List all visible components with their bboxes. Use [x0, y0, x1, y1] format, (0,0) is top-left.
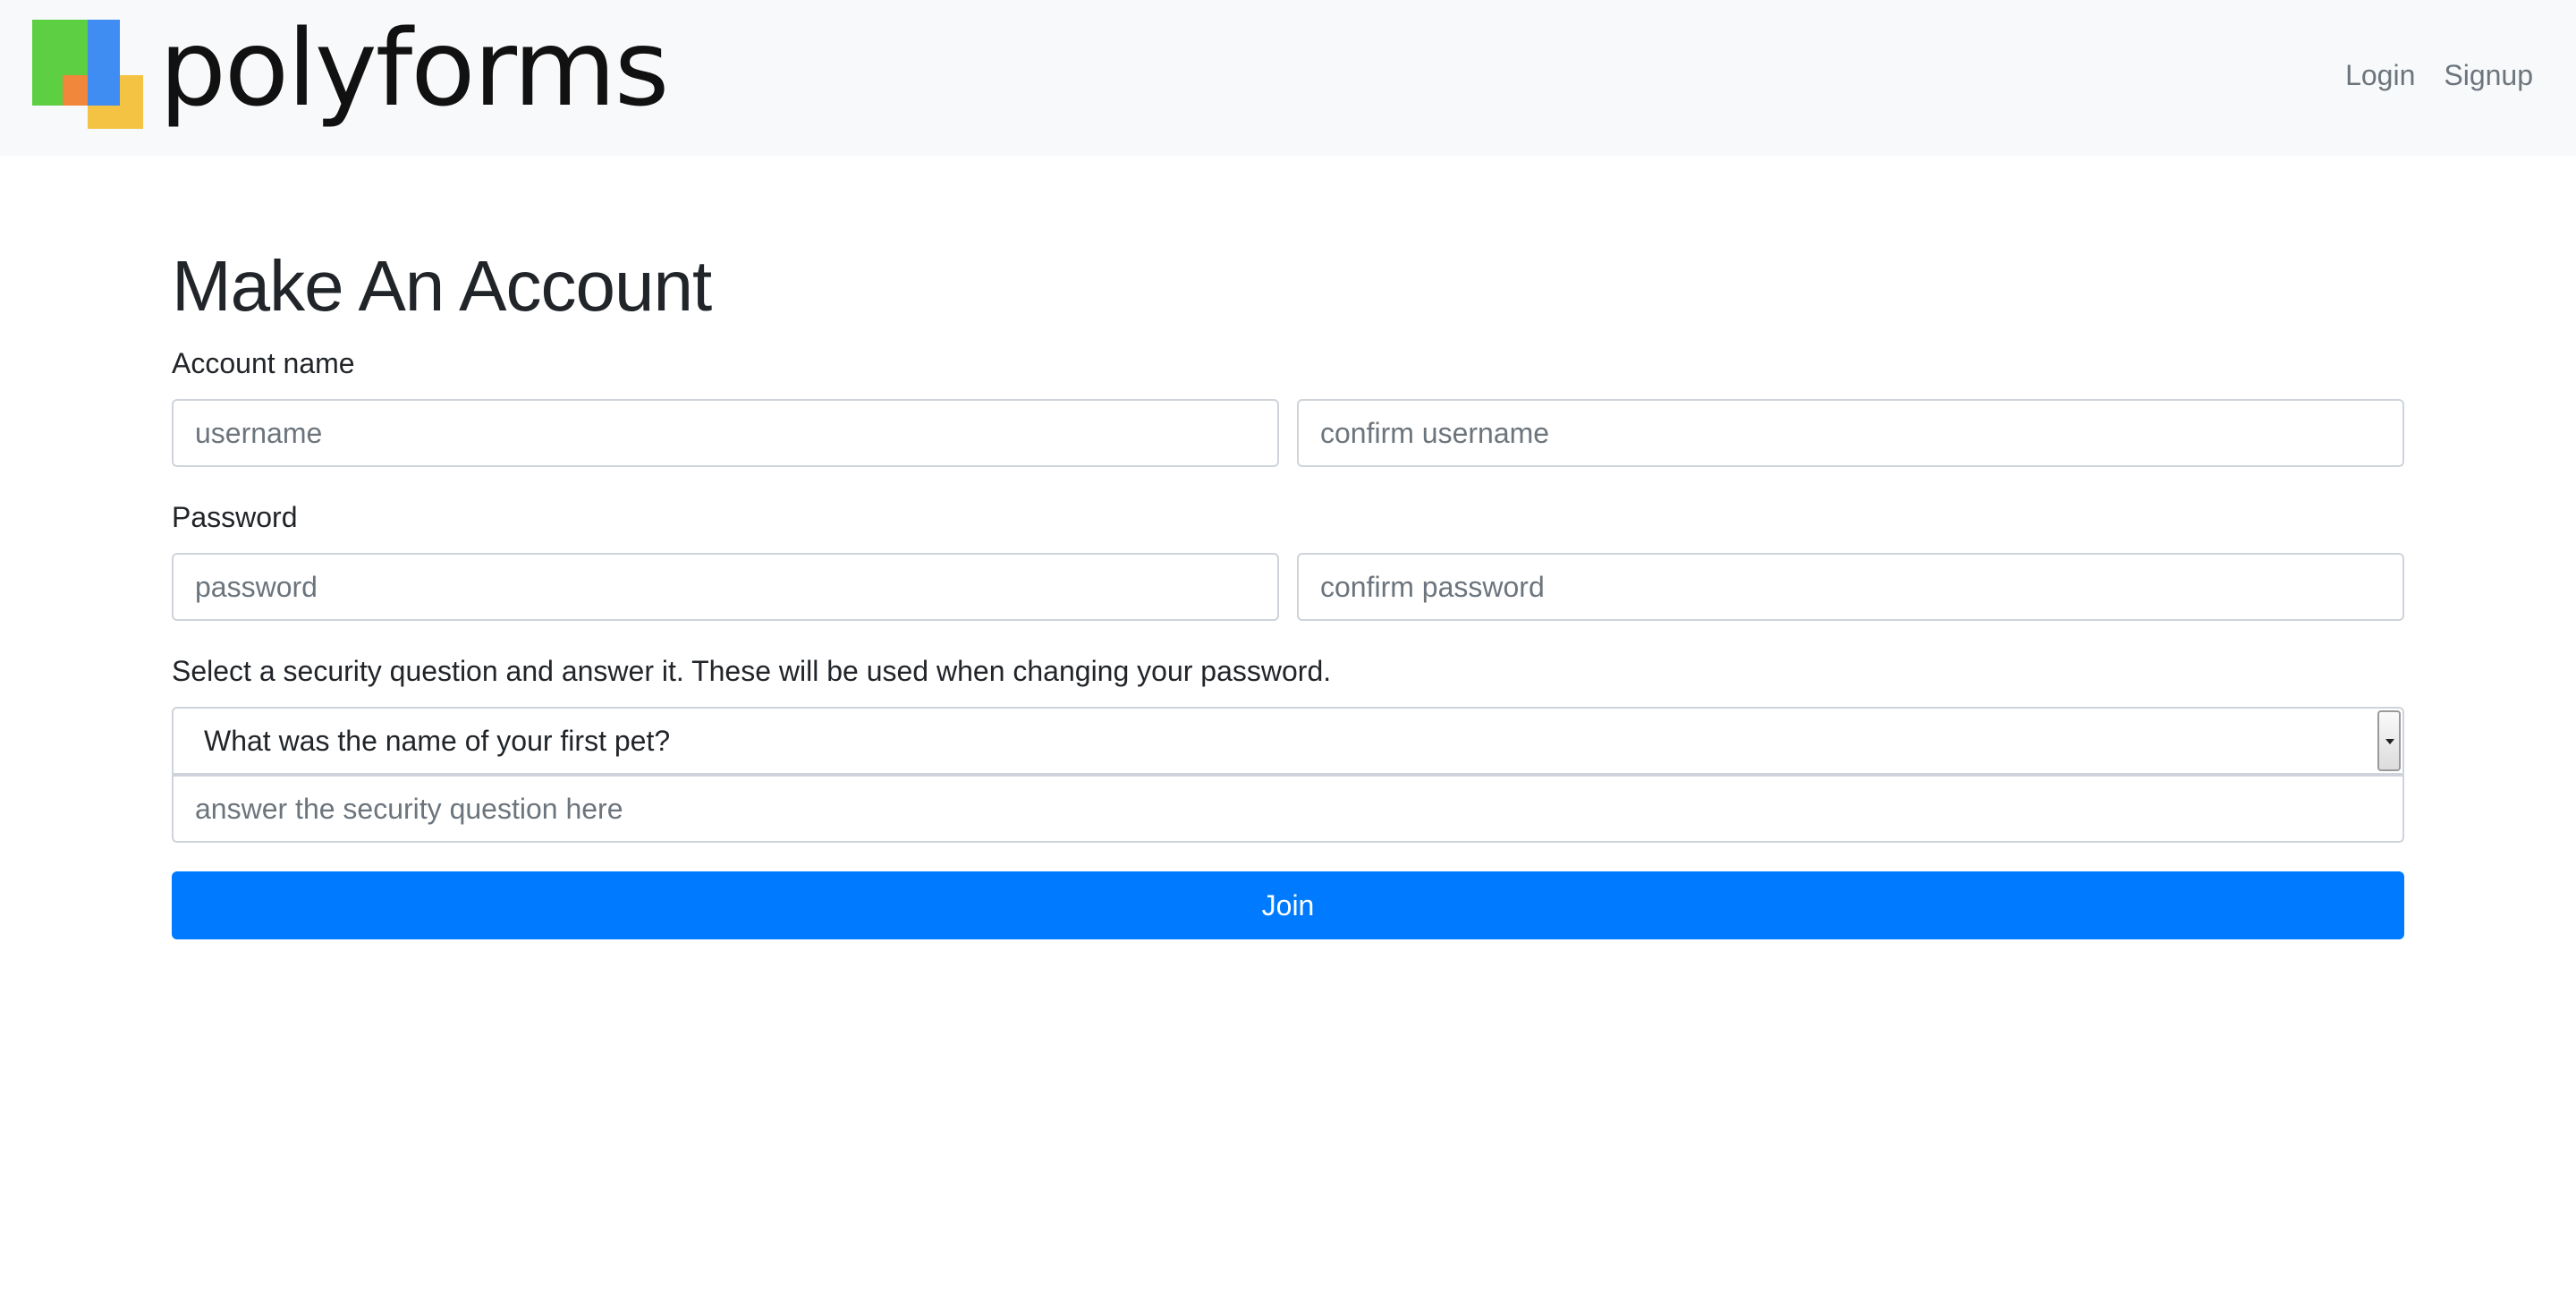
brand-name[interactable]: polyforms [159, 5, 669, 131]
nav-links: Login Signup [2345, 55, 2533, 95]
chevron-down-icon[interactable] [2377, 710, 2401, 771]
login-link[interactable]: Login [2345, 55, 2415, 95]
join-button[interactable]: Join [172, 871, 2404, 939]
password-label: Password [172, 501, 298, 533]
password-input[interactable] [172, 553, 1279, 621]
security-answer-input[interactable] [172, 775, 2404, 843]
account-name-label: Account name [172, 347, 355, 379]
security-question-label: Select a security question and answer it… [172, 655, 1332, 687]
signup-link[interactable]: Signup [2444, 55, 2533, 95]
confirm-password-input[interactable] [1297, 553, 2404, 621]
logo-square-blue [88, 20, 120, 106]
security-question-value: What was the name of your first pet? [204, 725, 671, 757]
page-title: Make An Account [172, 246, 712, 326]
top-navbar: polyforms Login Signup [0, 0, 2576, 156]
confirm-username-input[interactable] [1297, 399, 2404, 467]
security-question-select[interactable]: What was the name of your first pet? [172, 707, 2404, 775]
username-input[interactable] [172, 399, 1279, 467]
polyforms-logo-icon[interactable] [32, 20, 143, 129]
